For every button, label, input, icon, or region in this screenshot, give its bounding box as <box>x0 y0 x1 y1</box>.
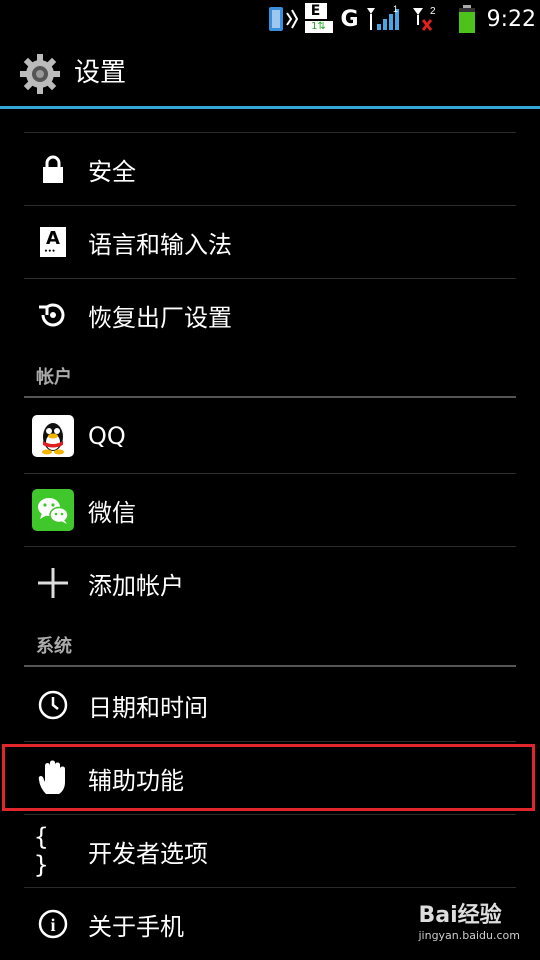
battery-icon <box>458 5 475 33</box>
plus-icon <box>34 564 72 602</box>
section-header-accounts: 帐户 <box>36 367 72 388</box>
qq-penguin-icon <box>32 415 74 457</box>
settings-item-label: 日期和时间 <box>88 693 208 722</box>
settings-item-security[interactable]: 安全 <box>0 133 540 205</box>
settings-item-label: 安全 <box>88 157 136 186</box>
settings-item-developer-options[interactable]: { } 开发者选项 <box>0 815 540 887</box>
status-bar: E 1⇅ G 1 2 9:22 <box>0 0 540 38</box>
settings-item-label: 关于手机 <box>88 912 184 941</box>
signal-icon: 1 <box>366 4 399 30</box>
settings-item-label: 语言和输入法 <box>88 230 232 259</box>
watermark: Bai经验 jingyan.baidu.com <box>418 897 520 942</box>
settings-item-add-account[interactable]: 添加帐户 <box>0 547 540 619</box>
section-divider <box>24 665 516 667</box>
section-header-system: 系统 <box>36 636 72 657</box>
mobile-data-icon: E 1⇅ <box>304 3 335 35</box>
settings-item-language[interactable]: A ••• 语言和输入法 <box>0 206 540 278</box>
settings-gear-icon[interactable] <box>18 52 62 96</box>
settings-item-factory-reset[interactable]: 恢复出厂设置 <box>0 279 540 351</box>
settings-item-qq[interactable]: QQ <box>0 400 540 472</box>
settings-item-label: 开发者选项 <box>88 839 208 868</box>
page-title: 设置 <box>74 58 127 88</box>
settings-item-wechat[interactable]: 微信 <box>0 474 540 546</box>
vibrate-icon <box>268 7 298 31</box>
wechat-icon <box>32 489 74 531</box>
action-bar: 设置 <box>0 38 540 106</box>
settings-item-label: 添加帐户 <box>88 571 184 600</box>
lock-icon <box>34 150 72 188</box>
svg-text:2: 2 <box>430 6 436 17</box>
settings-item-label: 恢复出厂设置 <box>88 303 232 332</box>
restore-icon <box>34 296 72 334</box>
settings-item-label: 微信 <box>88 498 136 527</box>
status-icons: E 1⇅ G 1 2 9:22 <box>267 0 540 38</box>
watermark-url: jingyan.baidu.com <box>418 929 520 942</box>
network-type-label: G <box>340 6 359 32</box>
watermark-brand: Bai经验 <box>418 903 502 928</box>
section-divider <box>24 396 516 398</box>
clock-icon <box>34 686 72 724</box>
braces-icon: { } <box>34 823 49 879</box>
keyboard-icon: A ••• <box>34 223 72 261</box>
clock-time: 9:22 <box>486 6 536 32</box>
action-bar-divider <box>0 106 540 109</box>
signal-sim2-icon: 2 <box>412 6 436 31</box>
svg-text:1: 1 <box>393 4 398 14</box>
svg-text:i: i <box>50 915 55 935</box>
info-icon: i <box>34 905 72 943</box>
settings-item-date-time[interactable]: 日期和时间 <box>0 669 540 741</box>
highlight-box <box>2 744 535 811</box>
settings-item-label: QQ <box>88 422 126 450</box>
